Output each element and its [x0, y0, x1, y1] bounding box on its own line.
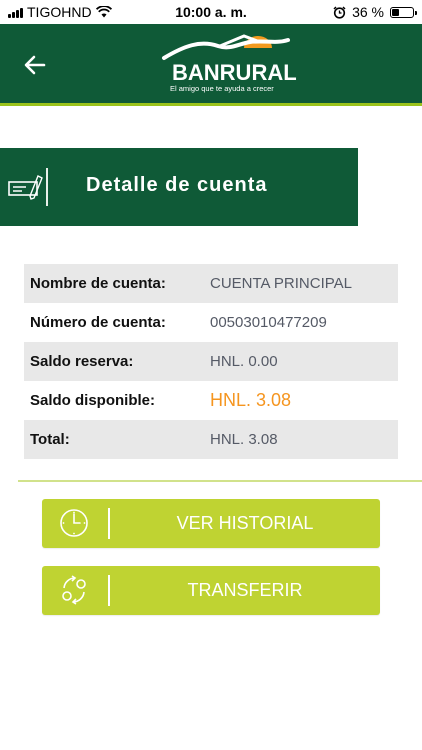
detail-label: Total:: [30, 431, 70, 448]
detail-value: 00503010477209: [210, 314, 327, 331]
account-details-table: Nombre de cuenta: CUENTA PRINCIPAL Númer…: [24, 264, 398, 459]
banrural-logo: BANRURAL El amigo que te ayuda a crecer: [160, 28, 297, 100]
section-separator: [18, 480, 422, 482]
cheque-pen-icon: [8, 175, 43, 200]
transfer-cycle-icon: [62, 575, 86, 605]
detail-row-account-name: Nombre de cuenta: CUENTA PRINCIPAL: [24, 264, 398, 303]
transfer-label: TRANSFERIR: [187, 580, 303, 600]
battery-percent: 36 %: [352, 4, 384, 20]
detail-row-total: Total: HNL. 3.08: [24, 420, 398, 459]
detail-row-account-number: Número de cuenta: 00503010477209: [24, 303, 398, 342]
status-right: 36 %: [333, 4, 417, 20]
logo-tagline: El amigo que te ayuda a crecer: [170, 84, 274, 93]
detail-value: HNL. 3.08: [210, 431, 278, 448]
detail-label: Número de cuenta:: [30, 314, 166, 331]
status-bar: TIGOHND 10:00 a. m. 36 %: [0, 0, 422, 24]
available-balance-value: HNL. 3.08: [210, 390, 292, 410]
transfer-button[interactable]: TRANSFERIR: [42, 566, 380, 615]
account-detail-screen: TIGOHND 10:00 a. m. 36 % BANRURAL El ami…: [0, 0, 422, 750]
battery-icon: [390, 6, 417, 18]
back-arrow-icon[interactable]: [18, 48, 52, 82]
detail-row-available-balance: Saldo disponible: HNL. 3.08: [24, 381, 398, 420]
detail-label: Saldo reserva:: [30, 353, 134, 370]
view-history-label: VER HISTORIAL: [176, 513, 314, 533]
alarm-icon: [333, 5, 346, 19]
title-divider: [46, 168, 48, 206]
clock-icon: [60, 509, 88, 537]
app-header: BANRURAL El amigo que te ayuda a crecer: [0, 24, 422, 106]
battery-level-fill: [392, 8, 399, 16]
view-history-button[interactable]: VER HISTORIAL: [42, 499, 380, 548]
detail-value: CUENTA PRINCIPAL: [210, 275, 352, 292]
page-title: Detalle de cuenta: [86, 174, 268, 196]
detail-label: Nombre de cuenta:: [30, 275, 166, 292]
detail-value: HNL. 0.00: [210, 353, 278, 370]
detail-row-reserve-balance: Saldo reserva: HNL. 0.00: [24, 342, 398, 381]
detail-label: Saldo disponible:: [30, 392, 156, 409]
section-title-bar: Detalle de cuenta: [0, 148, 358, 226]
logo-text: BANRURAL: [172, 60, 297, 85]
